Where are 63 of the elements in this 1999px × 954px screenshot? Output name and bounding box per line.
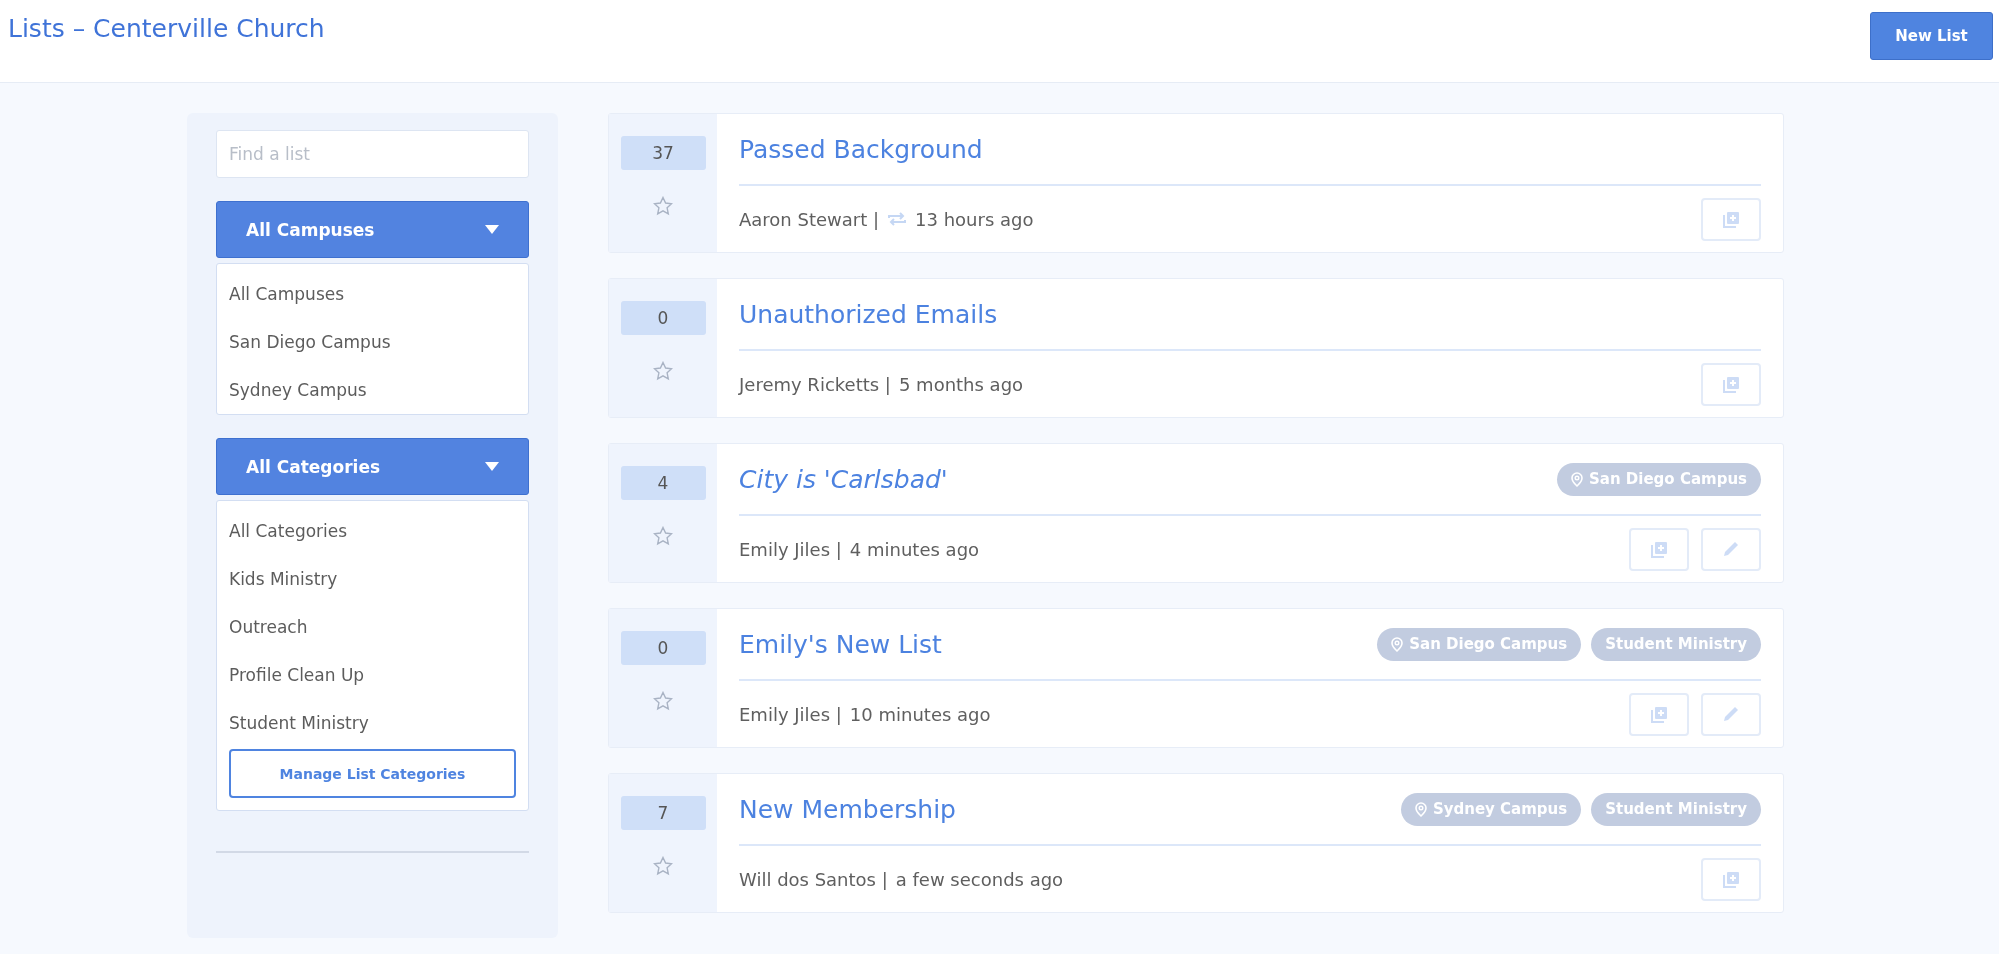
manage-categories-button[interactable]: Manage List Categories bbox=[229, 749, 516, 798]
campus-tag: San Diego Campus bbox=[1557, 462, 1761, 496]
author-name: Will dos Santos | bbox=[739, 868, 888, 890]
category-tag: Student Ministry bbox=[1591, 792, 1761, 826]
member-count: 0 bbox=[620, 631, 706, 665]
filter-dropdown[interactable]: All Categories bbox=[216, 438, 529, 495]
edit-button[interactable] bbox=[1701, 692, 1761, 736]
menu-item[interactable]: All Categories bbox=[217, 507, 528, 555]
updated-time: 13 hours ago bbox=[915, 208, 1034, 230]
campus-tag: San Diego Campus bbox=[1377, 627, 1582, 661]
list-title-link[interactable]: Passed Background bbox=[739, 134, 983, 164]
caret-icon bbox=[485, 462, 499, 471]
star-icon[interactable] bbox=[653, 526, 673, 546]
map-pin-icon bbox=[1571, 471, 1584, 487]
menu-item[interactable]: Profile Clean Up bbox=[217, 651, 528, 699]
menu-item[interactable]: Kids Ministry bbox=[217, 555, 528, 603]
star-icon[interactable] bbox=[653, 691, 673, 711]
list-title-link[interactable]: Unauthorized Emails bbox=[739, 299, 998, 329]
list-title-link[interactable]: Emily's New List bbox=[739, 629, 942, 659]
updated-time: 4 minutes ago bbox=[849, 538, 980, 560]
star-icon[interactable] bbox=[653, 196, 673, 216]
add-to-list-button[interactable] bbox=[1701, 857, 1761, 901]
star-icon[interactable] bbox=[653, 856, 673, 876]
add-to-list-icon bbox=[1650, 540, 1668, 558]
updated-time: a few seconds ago bbox=[895, 868, 1064, 890]
add-to-list-icon bbox=[1722, 870, 1740, 888]
author-name: Emily Jiles | bbox=[739, 703, 842, 725]
add-to-list-icon bbox=[1650, 705, 1668, 723]
page-title: Lists – Centerville Church bbox=[8, 14, 325, 43]
campus-tag: Sydney Campus bbox=[1400, 792, 1582, 826]
member-count: 7 bbox=[620, 796, 706, 830]
star-icon[interactable] bbox=[653, 361, 673, 381]
search-field[interactable]: Find a list bbox=[216, 130, 529, 178]
map-pin-icon bbox=[1391, 636, 1404, 652]
pencil-icon bbox=[1722, 705, 1740, 723]
map-pin-icon bbox=[1414, 801, 1427, 817]
updated-time: 10 minutes ago bbox=[849, 703, 991, 725]
new-list-button[interactable]: New List bbox=[1870, 12, 1993, 60]
menu-item[interactable]: San Diego Campus bbox=[217, 318, 528, 366]
list-title-link[interactable]: City is 'Carlsbad' bbox=[739, 464, 948, 494]
menu-item[interactable]: Student Ministry bbox=[217, 699, 528, 747]
add-to-list-button[interactable] bbox=[1701, 197, 1761, 241]
add-to-list-button[interactable] bbox=[1629, 692, 1689, 736]
add-to-list-icon bbox=[1722, 375, 1740, 393]
add-to-list-icon bbox=[1722, 210, 1740, 228]
author-name: Jeremy Ricketts | bbox=[739, 373, 891, 395]
updated-time: 5 months ago bbox=[898, 373, 1024, 395]
add-to-list-button[interactable] bbox=[1629, 527, 1689, 571]
member-count: 37 bbox=[620, 136, 706, 170]
menu-item[interactable]: All Campuses bbox=[217, 270, 528, 318]
menu-item[interactable]: Sydney Campus bbox=[217, 366, 528, 414]
member-count: 0 bbox=[620, 301, 706, 335]
add-to-list-button[interactable] bbox=[1701, 362, 1761, 406]
filter-dropdown[interactable]: All Campuses bbox=[216, 201, 529, 258]
member-count: 4 bbox=[620, 466, 706, 500]
edit-button[interactable] bbox=[1701, 527, 1761, 571]
menu-item[interactable]: Outreach bbox=[217, 603, 528, 651]
category-tag: Student Ministry bbox=[1591, 627, 1761, 661]
author-name: Emily Jiles | bbox=[739, 538, 842, 560]
pencil-icon bbox=[1722, 540, 1740, 558]
caret-icon bbox=[485, 225, 499, 234]
list-title-link[interactable]: New Membership bbox=[739, 794, 956, 824]
author-name: Aaron Stewart | bbox=[739, 208, 880, 230]
